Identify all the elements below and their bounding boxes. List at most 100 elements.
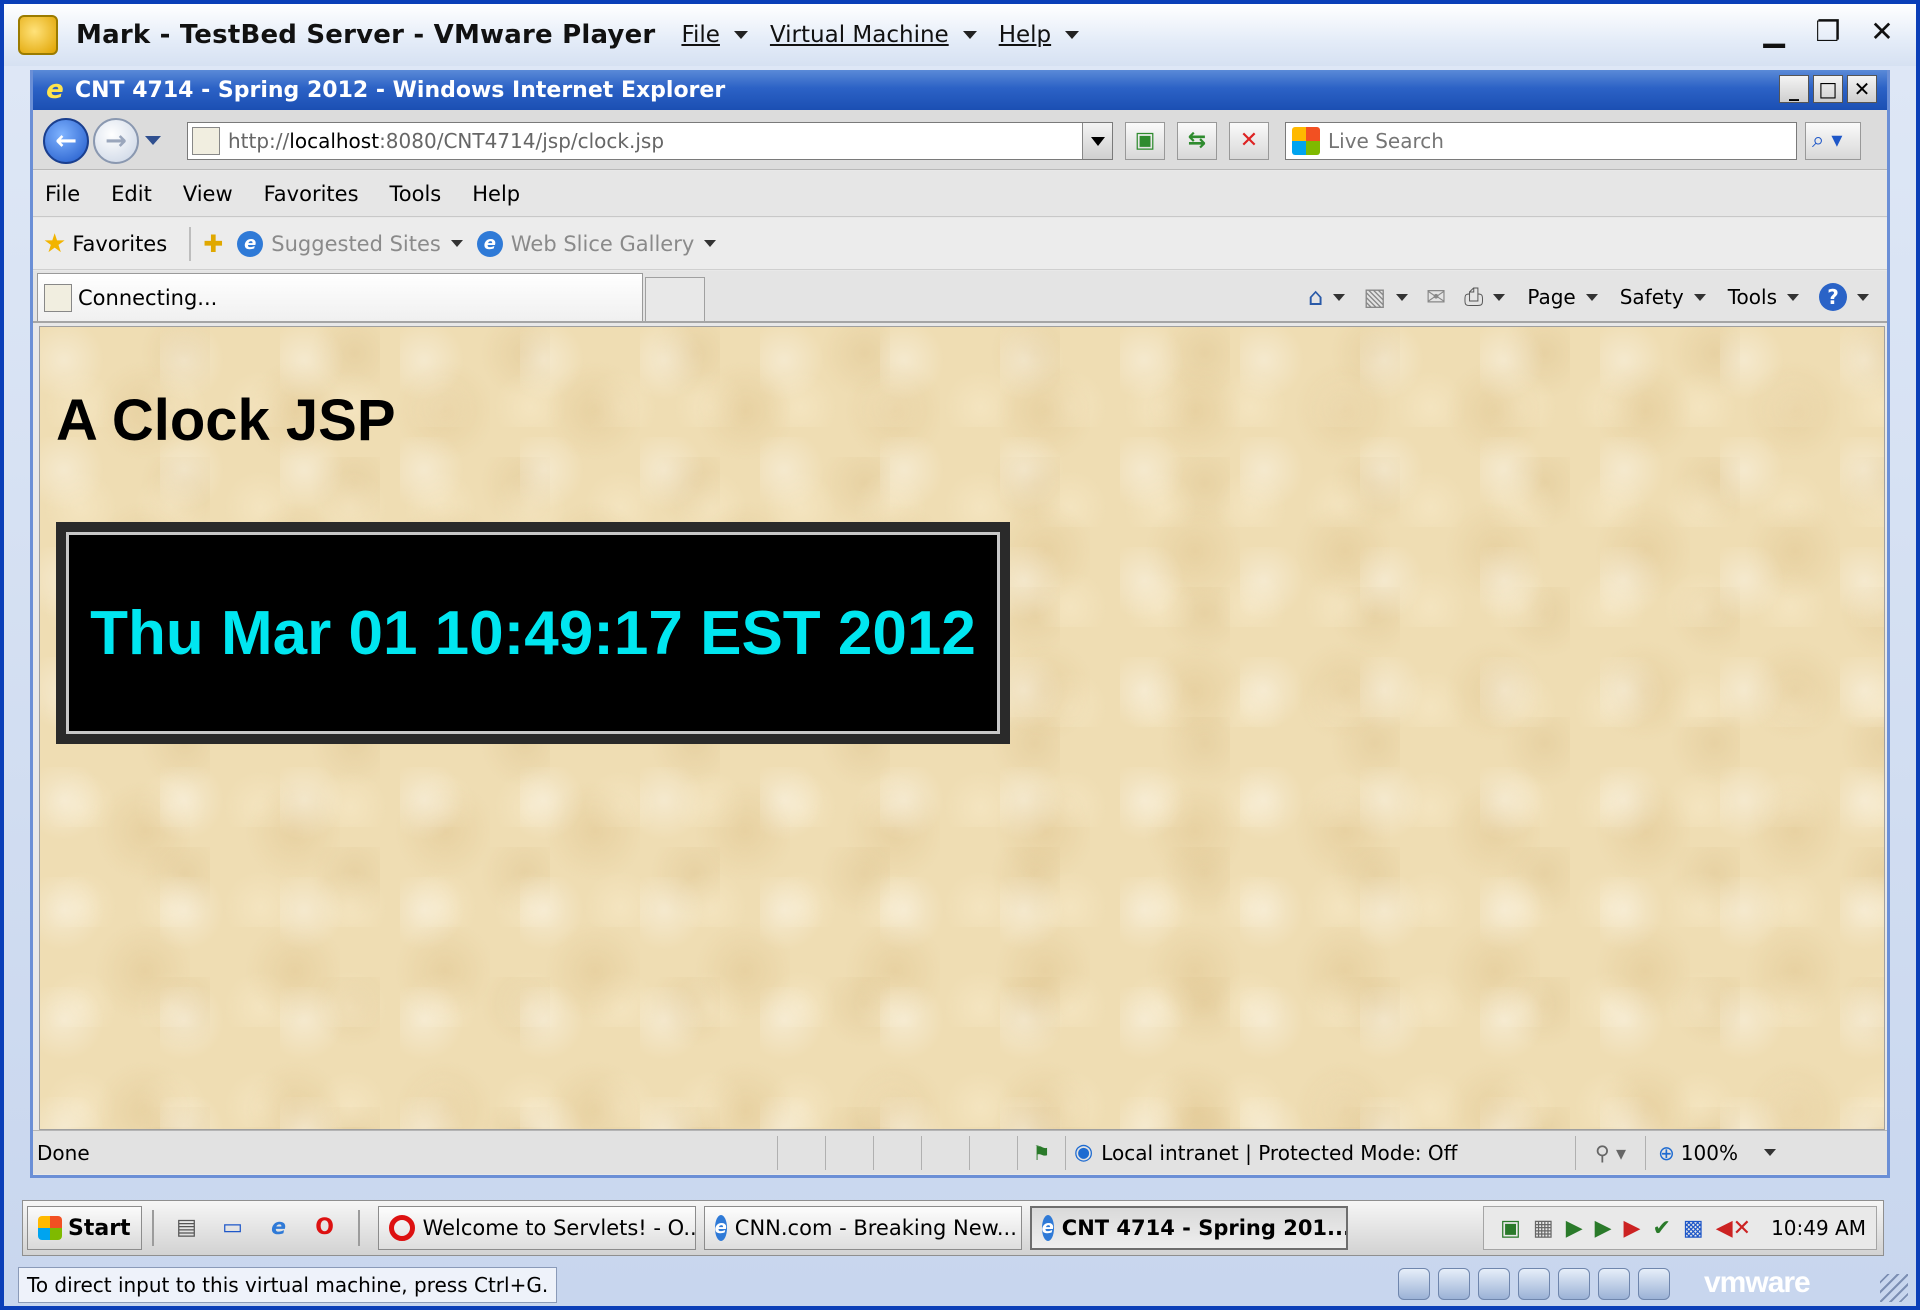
server-manager-icon[interactable]: ▤ [172, 1213, 202, 1243]
chevron-down-icon [1585, 293, 1598, 301]
chevron-down-icon [733, 31, 748, 39]
chevron-down-icon [1787, 293, 1799, 301]
ie-close-button[interactable]: ✕ [1847, 75, 1877, 103]
chevron-down-icon[interactable] [1493, 293, 1506, 301]
url-dropdown-button[interactable] [1082, 123, 1112, 159]
ie-quicklaunch-icon[interactable]: e [264, 1213, 294, 1243]
vmware-statusbar: To direct input to this virtual machine,… [4, 1260, 1916, 1310]
chevron-down-icon [962, 31, 977, 39]
favorites-button[interactable]: Favorites [72, 232, 167, 256]
chevron-down-icon[interactable] [1857, 293, 1869, 301]
search-button[interactable]: ⌕ ▾ [1805, 122, 1861, 160]
mail-icon[interactable]: ✉ [1426, 283, 1446, 311]
chevron-down-icon [450, 240, 463, 247]
vmware-tools-icon[interactable]: ▦ [1533, 1216, 1554, 1241]
print-icon[interactable]: ⎙ [1464, 283, 1483, 311]
taskbar-item-servlets[interactable]: Welcome to Servlets! - O... [377, 1206, 696, 1250]
vmware-menu-virtual-machine[interactable]: Virtual Machine [770, 22, 977, 48]
favorites-star-icon[interactable]: ★ [43, 229, 66, 259]
media-icon[interactable]: ▶ [1624, 1216, 1641, 1241]
chevron-down-icon[interactable] [1333, 293, 1346, 301]
url-text[interactable]: http://localhost:8080/CNT4714/jsp/clock.… [228, 129, 664, 153]
ie-menubar: File Edit View Favorites Tools Help [33, 171, 1887, 217]
security-icon[interactable]: ⚑ [1017, 1135, 1065, 1170]
status-bar: Done ⚑ ◉ Local intranet | Protected Mode… [33, 1130, 1887, 1174]
clock-display: Thu Mar 01 10:49:17 EST 2012 [90, 598, 976, 668]
show-desktop-icon[interactable]: ▭ [218, 1213, 248, 1243]
feeds-icon[interactable]: ▧ [1363, 283, 1386, 311]
taskbar-clock[interactable]: 10:49 AM [1771, 1216, 1866, 1240]
vmware-menu-file[interactable]: File [681, 22, 748, 48]
page-content: A Clock JSP Thu Mar 01 10:49:17 EST 2012 [39, 326, 1885, 1130]
favorites-divider [189, 226, 192, 261]
compatibility-view-button[interactable]: ▣ [1125, 122, 1165, 160]
forward-button[interactable]: → [93, 118, 139, 164]
printer-icon[interactable] [1558, 1268, 1590, 1300]
page-menu[interactable]: Page [1527, 285, 1598, 309]
clock-frame: Thu Mar 01 10:49:17 EST 2012 [56, 522, 1010, 744]
network-adapter-icon[interactable] [1518, 1268, 1550, 1300]
tools-menu[interactable]: Tools [1728, 285, 1799, 309]
network-icon[interactable]: ▩ [1683, 1216, 1704, 1241]
media-icon[interactable]: ▶ [1566, 1216, 1583, 1241]
zoom-control[interactable]: ⊕ 100% [1645, 1135, 1795, 1170]
ie-logo-icon: e [46, 75, 64, 105]
tab-label: Connecting... [78, 285, 218, 310]
new-tab-button[interactable] [645, 277, 705, 321]
menu-view[interactable]: View [183, 182, 233, 206]
chevron-down-icon[interactable] [1396, 293, 1408, 301]
cd-rom-icon[interactable] [1438, 1268, 1470, 1300]
ie-title: CNT 4714 - Spring 2012 - Windows Interne… [75, 77, 726, 103]
vmware-hint: To direct input to this virtual machine,… [18, 1267, 558, 1303]
address-bar: ← → http://localhost:8080/CNT4714/jsp/cl… [33, 110, 1887, 170]
suggested-sites-link[interactable]: Suggested Sites [271, 232, 463, 256]
volume-muted-icon[interactable]: ◀✕ [1716, 1216, 1751, 1241]
menu-tools[interactable]: Tools [390, 182, 442, 206]
search-input[interactable] [1328, 129, 1768, 153]
tray-app-icon[interactable]: ▣ [1500, 1216, 1521, 1241]
status-slot [825, 1135, 873, 1170]
menu-edit[interactable]: Edit [111, 182, 152, 206]
search-field[interactable] [1285, 122, 1797, 160]
add-favorite-icon[interactable]: ✚ [203, 230, 223, 258]
close-button[interactable]: ✕ [1866, 16, 1898, 48]
media-icon[interactable]: ▶ [1595, 1216, 1612, 1241]
security-zone[interactable]: ◉ Local intranet | Protected Mode: Off [1065, 1135, 1575, 1170]
tab-current[interactable]: Connecting... [37, 273, 643, 321]
menu-file[interactable]: File [45, 182, 80, 206]
stop-button[interactable]: ✕ [1229, 122, 1269, 160]
ie-maximize-button[interactable]: □ [1813, 75, 1843, 103]
history-dropdown-icon[interactable] [145, 136, 161, 145]
opera-quicklaunch-icon[interactable]: O [310, 1213, 340, 1243]
usb-icon[interactable] [1638, 1268, 1670, 1300]
vmware-menu-help[interactable]: Help [999, 22, 1080, 48]
sound-card-icon[interactable] [1598, 1268, 1630, 1300]
maximize-button[interactable]: ❐ [1812, 16, 1844, 48]
menu-favorites[interactable]: Favorites [264, 182, 359, 206]
menu-help[interactable]: Help [472, 182, 520, 206]
minimize-button[interactable]: ▁ [1758, 16, 1790, 48]
status-slot [921, 1135, 969, 1170]
taskbar-item-cnt4714[interactable]: e CNT 4714 - Spring 201... [1029, 1206, 1348, 1250]
resize-grip-icon[interactable] [1880, 1274, 1908, 1302]
home-icon[interactable]: ⌂ [1308, 283, 1323, 311]
vmware-window: Mark - TestBed Server - VMware Player Fi… [0, 0, 1920, 1310]
floppy-icon[interactable] [1478, 1268, 1510, 1300]
taskbar-item-cnn[interactable]: e CNN.com - Breaking New... [703, 1206, 1022, 1250]
start-button[interactable]: Start [27, 1206, 142, 1250]
back-button[interactable]: ← [43, 118, 89, 164]
security-tray-icon[interactable]: ✔ [1652, 1216, 1670, 1241]
url-field[interactable]: http://localhost:8080/CNT4714/jsp/clock.… [187, 122, 1113, 160]
popup-blocker-icon[interactable]: ⚲ ▾ [1575, 1135, 1645, 1170]
status-text: Done [37, 1140, 90, 1165]
refresh-button[interactable]: ⇆ [1177, 122, 1217, 160]
chevron-down-icon [1693, 293, 1706, 301]
help-icon[interactable]: ? [1819, 283, 1847, 311]
ie-minimize-button[interactable]: _ [1779, 75, 1809, 103]
vmware-brand-logo: vmware [1704, 1266, 1811, 1299]
ie-icon: e [237, 230, 264, 257]
hard-disk-icon[interactable] [1398, 1268, 1430, 1300]
loading-page-icon [44, 283, 72, 312]
safety-menu[interactable]: Safety [1620, 285, 1706, 309]
web-slice-gallery-link[interactable]: Web Slice Gallery [511, 232, 717, 256]
